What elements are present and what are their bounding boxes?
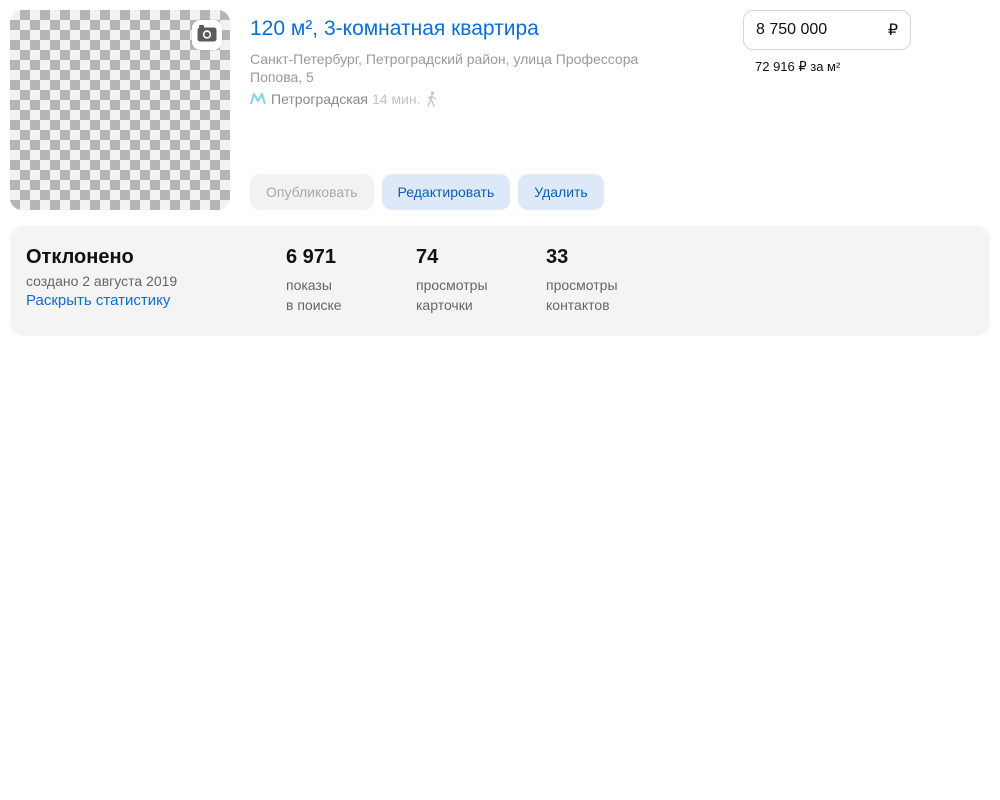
status-block: Отклонено создано 2 августа 2019 Раскрыт… bbox=[26, 246, 177, 309]
metric-contact-views: 33 просмотры контактов bbox=[546, 246, 656, 315]
metric-value: 6 971 bbox=[286, 246, 337, 268]
metric-label-line: просмотры bbox=[546, 277, 618, 293]
offer-title-link[interactable]: 120 м², 3-комнатная квартира bbox=[250, 17, 539, 41]
metric-label-line: показы bbox=[286, 277, 332, 293]
camera-icon bbox=[197, 24, 217, 47]
metric-label: просмотры контактов bbox=[546, 275, 656, 315]
offer-address: Санкт-Петербург, Петроградский район, ул… bbox=[250, 51, 639, 85]
metro-icon bbox=[250, 93, 266, 105]
metro-time: 14 мин. bbox=[372, 91, 421, 107]
status-label: Отклонено bbox=[26, 246, 134, 268]
metric-label-line: карточки bbox=[416, 297, 473, 313]
publish-button[interactable]: Опубликовать bbox=[250, 174, 374, 210]
edit-button[interactable]: Редактировать bbox=[381, 174, 511, 210]
price-currency: ₽ bbox=[887, 22, 898, 39]
metric-label-line: в поиске bbox=[286, 297, 342, 313]
metro-station: Петроградская bbox=[271, 91, 369, 107]
walking-icon bbox=[426, 91, 438, 107]
offer-actions: Опубликовать Редактировать Удалить bbox=[250, 174, 604, 210]
created-date: создано 2 августа 2019 bbox=[26, 273, 178, 289]
offer-stats-panel: Отклонено создано 2 августа 2019 Раскрыт… bbox=[10, 226, 990, 336]
metro-info: Петроградская 14 мин. bbox=[250, 90, 438, 108]
add-photo-button[interactable] bbox=[192, 20, 222, 50]
offer-card: 120 м², 3-комнатная квартира Санкт-Петер… bbox=[10, 10, 990, 210]
metric-value: 74 bbox=[416, 246, 439, 268]
metric-value: 33 bbox=[546, 246, 569, 268]
price-per-meter: 72 916 ₽ за м² bbox=[755, 59, 841, 74]
expand-stats-link[interactable]: Раскрыть статистику bbox=[26, 292, 177, 309]
metric-label: показы в поиске bbox=[286, 275, 396, 315]
metric-label: просмотры карточки bbox=[416, 275, 526, 315]
offer-photo-placeholder[interactable] bbox=[10, 10, 230, 210]
delete-button[interactable]: Удалить bbox=[518, 174, 604, 210]
metric-label-line: контактов bbox=[546, 297, 610, 313]
price-input[interactable] bbox=[756, 21, 876, 39]
price-field[interactable]: ₽ bbox=[743, 10, 911, 50]
metric-search-impressions: 6 971 показы в поиске bbox=[286, 246, 396, 315]
metric-label-line: просмотры bbox=[416, 277, 488, 293]
metric-card-views: 74 просмотры карточки bbox=[416, 246, 526, 315]
